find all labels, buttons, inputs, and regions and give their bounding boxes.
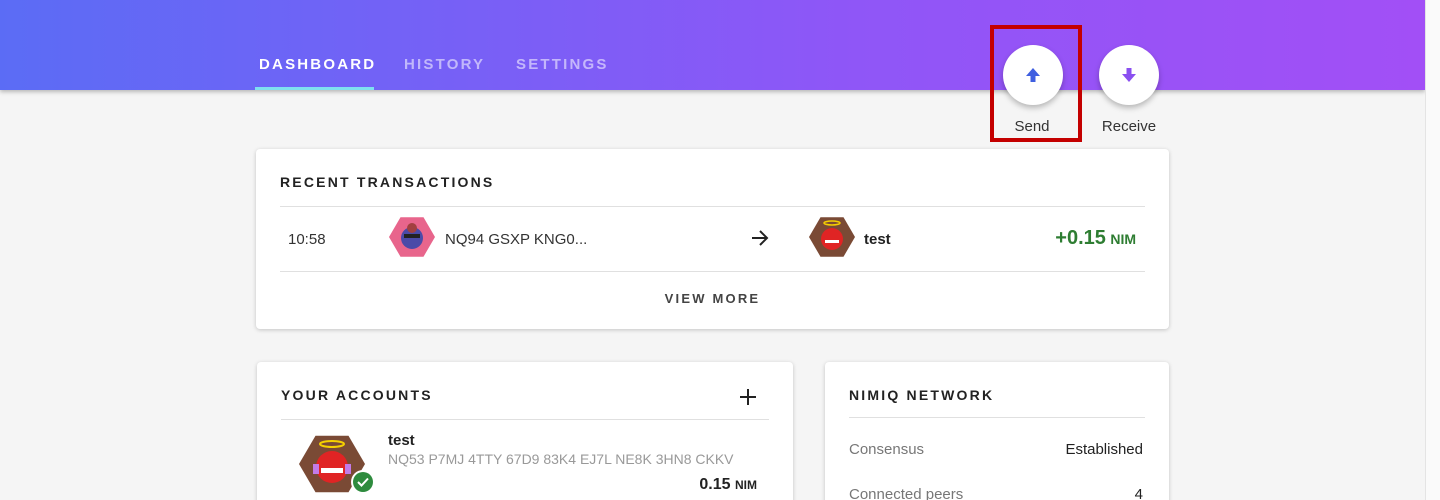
your-accounts-card: YOUR ACCOUNTS test NQ53 P7MJ 4TTY 67D9 8…: [257, 362, 793, 500]
transaction-amount: +0.15 NIM: [1055, 227, 1136, 250]
account-balance: 0.15 NIM: [699, 476, 757, 494]
tab-dashboard[interactable]: DASHBOARD: [259, 56, 376, 73]
card-title: YOUR ACCOUNTS: [281, 387, 433, 403]
account-name: test: [388, 432, 415, 449]
plus-icon[interactable]: [739, 388, 757, 406]
tab-history[interactable]: HISTORY: [404, 56, 485, 73]
active-tab-indicator: [255, 87, 374, 90]
account-address: NQ53 P7MJ 4TTY 67D9 83K4 EJ7L NE8K 3HN8 …: [388, 451, 734, 467]
connected-peers-value: 4: [1134, 486, 1143, 500]
arrow-right-icon: [752, 230, 769, 246]
recent-transactions-card: RECENT TRANSACTIONS 10:58 NQ94 GSXP KNG0…: [256, 149, 1169, 329]
amount-currency: NIM: [1110, 231, 1136, 247]
consensus-label: Consensus: [849, 441, 925, 458]
check-icon: [353, 472, 373, 492]
nimiq-network-card: NIMIQ NETWORK Consensus Established Conn…: [825, 362, 1169, 500]
divider: [849, 417, 1145, 418]
window-scrollbar[interactable]: [1425, 0, 1440, 500]
highlight-box: [990, 25, 1082, 142]
sender-identicon-face: [401, 223, 423, 249]
arrow-down-icon: [1122, 68, 1136, 82]
tab-settings[interactable]: SETTINGS: [516, 56, 609, 73]
consensus-value: Established: [1065, 441, 1143, 458]
verified-badge: [351, 470, 375, 494]
balance-currency: NIM: [735, 478, 757, 492]
recipient-name: test: [864, 231, 891, 248]
sender-identicon: [389, 217, 435, 257]
app-header: [0, 0, 1425, 90]
transaction-time: 10:58: [288, 231, 326, 248]
balance-value: 0.15: [699, 476, 731, 493]
divider: [280, 271, 1145, 272]
recipient-identicon-face: [821, 220, 843, 250]
receive-label: Receive: [1101, 118, 1157, 135]
recipient-identicon: [809, 217, 855, 257]
receive-button[interactable]: [1099, 45, 1159, 105]
card-title: NIMIQ NETWORK: [849, 387, 995, 403]
connected-peers-label: Connected peers: [849, 486, 964, 500]
card-title: RECENT TRANSACTIONS: [280, 174, 495, 190]
sender-address: NQ94 GSXP KNG0...: [445, 231, 588, 248]
view-more-button[interactable]: VIEW MORE: [256, 291, 1169, 306]
transaction-row[interactable]: 10:58 NQ94 GSXP KNG0... test +0.15 NIM: [280, 207, 1145, 271]
account-item[interactable]: test NQ53 P7MJ 4TTY 67D9 83K4 EJ7L NE8K …: [281, 420, 769, 500]
amount-value: +0.15: [1055, 227, 1106, 249]
